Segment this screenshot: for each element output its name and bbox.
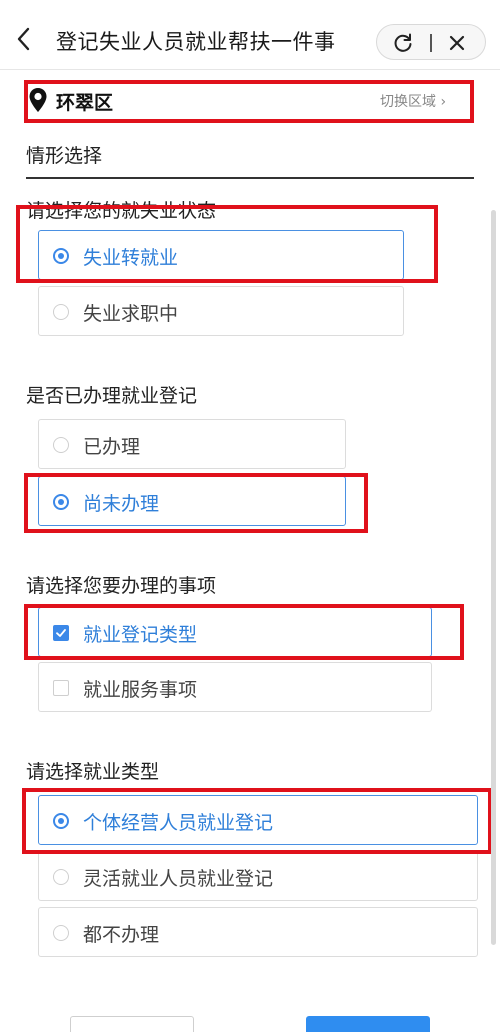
option-already-registered[interactable]: 已办理 <box>38 419 346 469</box>
section-divider <box>26 177 474 179</box>
option-label: 就业登记类型 <box>83 624 198 646</box>
secondary-button[interactable] <box>70 1016 194 1032</box>
option-label: 尚未办理 <box>83 493 160 515</box>
option-not-registered[interactable]: 尚未办理 <box>38 476 346 526</box>
option-flexible-employment-registration[interactable]: 灵活就业人员就业登记 <box>38 851 478 901</box>
option-employment-service-matters[interactable]: 就业服务事项 <box>38 662 432 712</box>
option-label: 已办理 <box>83 436 141 458</box>
primary-button[interactable] <box>306 1016 430 1032</box>
back-arrow-icon[interactable] <box>12 24 36 54</box>
option-label: 失业求职中 <box>83 303 179 325</box>
capsule-divider <box>430 34 432 52</box>
top-bar: 登记失业人员就业帮扶一件事 <box>0 0 500 70</box>
radio-selected-icon <box>53 494 69 510</box>
question-registration: 是否已办理就业登记 <box>26 385 198 407</box>
current-district: 环翠区 <box>56 92 114 114</box>
location-pin-icon <box>28 87 48 113</box>
question-matters: 请选择您要办理的事项 <box>26 575 217 597</box>
option-none[interactable]: 都不办理 <box>38 907 478 957</box>
refresh-icon[interactable] <box>391 31 415 55</box>
radio-unselected-icon <box>53 437 69 453</box>
mini-program-capsule <box>376 24 486 60</box>
option-label: 就业服务事项 <box>83 679 198 701</box>
option-label: 个体经营人员就业登记 <box>83 812 274 834</box>
scrollbar[interactable] <box>491 210 496 945</box>
close-icon[interactable] <box>445 31 469 55</box>
radio-unselected-icon <box>53 869 69 885</box>
option-unemployed-to-employed[interactable]: 失业转就业 <box>38 230 404 280</box>
page-title: 登记失业人员就业帮扶一件事 <box>56 30 336 54</box>
checkbox-unchecked-icon <box>53 680 69 696</box>
switch-area-link[interactable]: 切换区域 › <box>380 91 446 111</box>
checkbox-checked-icon <box>53 625 69 641</box>
section-title: 情形选择 <box>26 145 103 167</box>
radio-unselected-icon <box>53 925 69 941</box>
option-label: 灵活就业人员就业登记 <box>83 868 274 890</box>
question-employment-status: 请选择您的就失业状态 <box>26 200 217 222</box>
option-label: 都不办理 <box>83 924 160 946</box>
radio-selected-icon <box>53 248 69 264</box>
option-employment-registration-type[interactable]: 就业登记类型 <box>38 607 432 657</box>
radio-unselected-icon <box>53 304 69 320</box>
question-employment-type: 请选择就业类型 <box>26 761 160 783</box>
option-label: 失业转就业 <box>83 247 179 269</box>
option-unemployed-job-seeking[interactable]: 失业求职中 <box>38 286 404 336</box>
radio-selected-icon <box>53 813 69 829</box>
option-self-employed-registration[interactable]: 个体经营人员就业登记 <box>38 795 478 845</box>
